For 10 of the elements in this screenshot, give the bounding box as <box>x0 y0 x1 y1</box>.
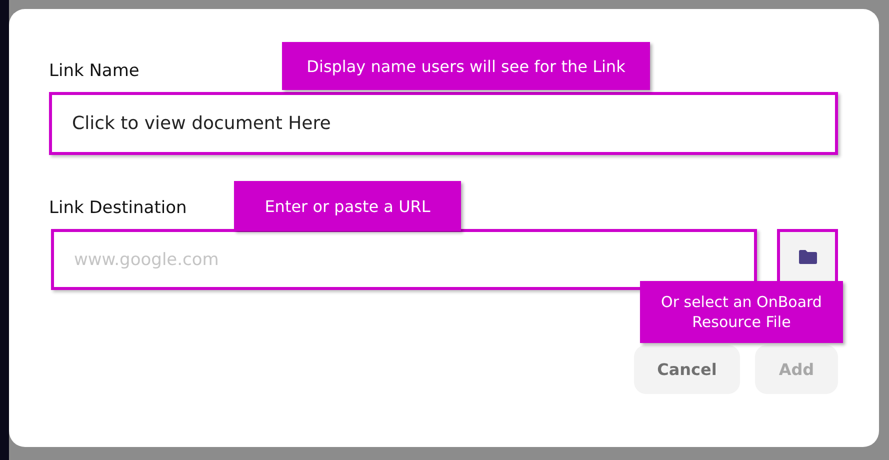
input-field[interactable]: Click to view document Here <box>49 92 838 155</box>
callout: Or select an OnBoard Resource File <box>640 281 843 343</box>
field-label: Link Destination <box>49 198 187 218</box>
field-label: Link Name <box>49 61 140 81</box>
callout: Enter or paste a URL <box>234 181 461 231</box>
folder-button[interactable] <box>777 229 838 284</box>
folder-icon <box>798 248 818 264</box>
callout: Display name users will see for the Link <box>282 42 650 90</box>
cancel-button[interactable]: Cancel <box>634 345 740 394</box>
input-field[interactable]: www.google.com <box>51 229 757 290</box>
